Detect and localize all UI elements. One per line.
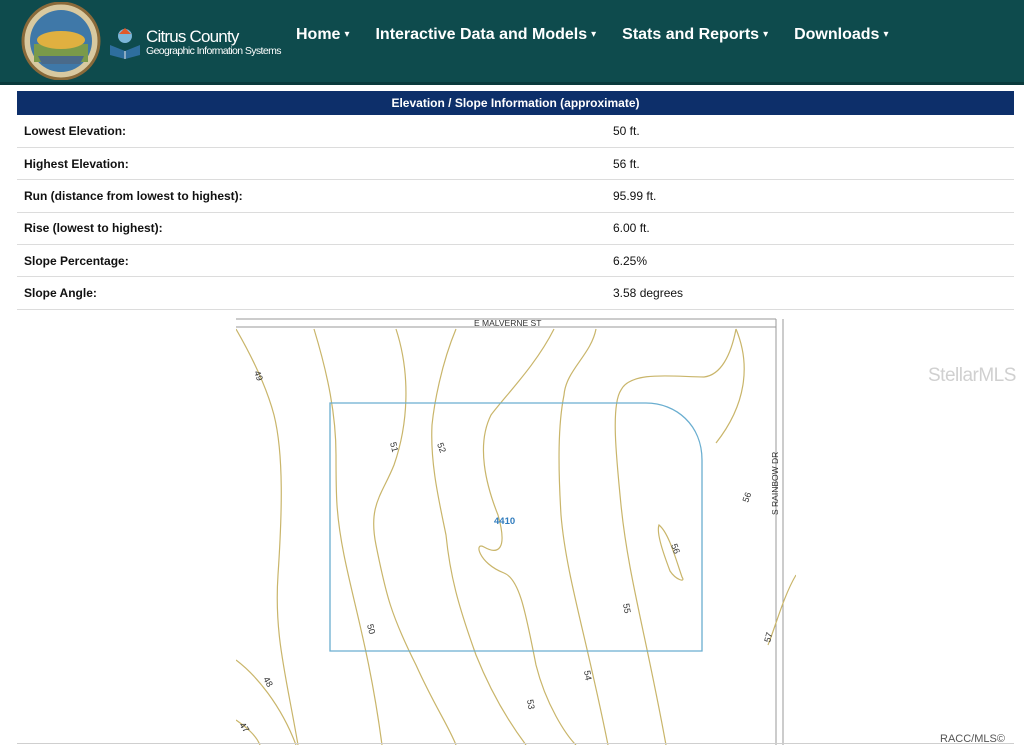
street-lines: [236, 318, 784, 745]
row-label: Rise (lowest to highest):: [17, 212, 606, 246]
contour-label: 56: [669, 542, 682, 555]
elevation-table: Lowest Elevation: 50 ft. Highest Elevati…: [17, 115, 1014, 310]
street-label-east: S RAINBOW DR: [770, 452, 780, 515]
table-row: Slope Angle: 3.58 degrees: [17, 276, 1014, 310]
row-label: Run (distance from lowest to highest):: [17, 179, 606, 213]
brand-title: Citrus County: [146, 26, 239, 46]
nav-stats-reports[interactable]: Stats and Reports ▾: [622, 26, 768, 44]
table-row: Run (distance from lowest to highest): 9…: [17, 179, 1014, 213]
image-credit: RACC/MLS©: [940, 733, 1005, 745]
chevron-down-icon: ▾: [763, 29, 769, 41]
contour-label: 52: [435, 441, 448, 454]
table-row: Highest Elevation: 56 ft.: [17, 147, 1014, 181]
row-value: 95.99 ft.: [606, 179, 1014, 213]
row-label: Slope Angle:: [17, 276, 606, 310]
book-globe-icon: [110, 28, 140, 59]
table-row: Lowest Elevation: 50 ft.: [17, 115, 1014, 148]
row-value: 3.58 degrees: [606, 276, 1014, 310]
nav-downloads-label: Downloads: [794, 26, 880, 43]
row-value: 56 ft.: [606, 147, 1014, 181]
nav-home[interactable]: Home ▾: [296, 26, 349, 44]
row-label: Slope Percentage:: [17, 244, 606, 278]
contour-label: 56: [740, 491, 753, 504]
nav-interactive-data-label: Interactive Data and Models: [375, 26, 588, 43]
watermark: StellarMLS: [928, 365, 1016, 386]
county-seal-logo[interactable]: [20, 2, 102, 80]
row-value: 6.00 ft.: [606, 212, 1014, 246]
chevron-down-icon: ▾: [344, 29, 350, 41]
nav-stats-reports-label: Stats and Reports: [622, 26, 760, 43]
brand-subtitle: Geographic Information Systems: [146, 44, 282, 57]
main-nav: Home ▾ Interactive Data and Models ▾ Stats…: [296, 26, 914, 44]
elevation-panel-title: Elevation / Slope Information (approxima…: [17, 91, 1014, 115]
nav-home-label: Home: [296, 26, 341, 43]
street-label-north: E MALVERNE ST: [474, 318, 541, 328]
divider: [17, 743, 1014, 744]
contour-lines: [236, 328, 796, 745]
chevron-down-icon: ▾: [591, 29, 597, 41]
parcel-boundary[interactable]: [329, 402, 703, 652]
contour-label: 49: [252, 369, 265, 382]
contour-label: 50: [365, 623, 377, 635]
contour-map[interactable]: E MALVERNE ST S RAINBOW DR 4410 49 51 52…: [236, 315, 796, 745]
site-brand[interactable]: Citrus County Geographic Information Sys…: [108, 22, 282, 62]
nav-interactive-data[interactable]: Interactive Data and Models ▾: [375, 26, 596, 44]
table-row: Rise (lowest to highest): 6.00 ft.: [17, 212, 1014, 246]
row-value: 6.25%: [606, 244, 1014, 278]
contour-label: 54: [582, 670, 594, 682]
top-navbar: Citrus County Geographic Information Sys…: [0, 0, 1024, 85]
row-label: Lowest Elevation:: [17, 115, 606, 148]
row-label: Highest Elevation:: [17, 147, 606, 181]
chevron-down-icon: ▾: [883, 29, 889, 41]
contour-label: 55: [621, 603, 633, 615]
parcel-label: 4410: [494, 516, 515, 527]
table-row: Slope Percentage: 6.25%: [17, 244, 1014, 278]
row-value: 50 ft.: [606, 115, 1014, 148]
nav-downloads[interactable]: Downloads ▾: [794, 26, 888, 44]
contour-label: 53: [525, 699, 537, 711]
